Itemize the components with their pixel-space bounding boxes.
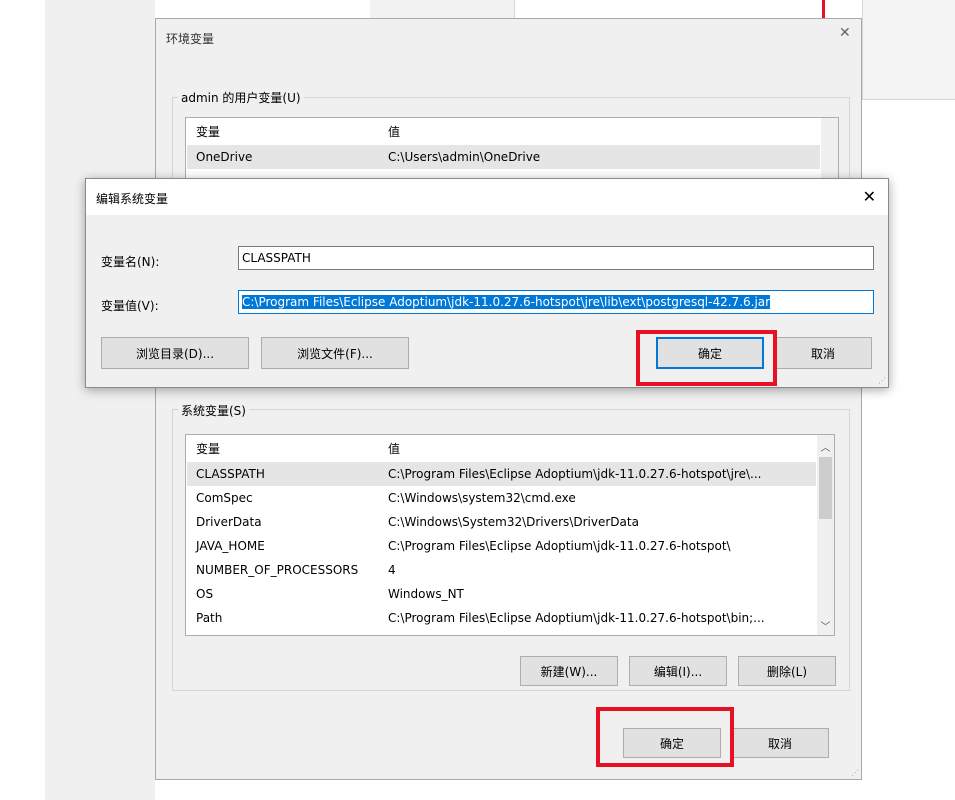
table-row[interactable]: DriverData C:\Windows\System32\Drivers\D… <box>187 510 816 534</box>
var-value: C:\Windows\system32\cmd.exe <box>388 491 576 505</box>
table-row[interactable]: CLASSPATH C:\Program Files\Eclipse Adopt… <box>187 462 816 486</box>
variable-name-label: 变量名(N): <box>101 255 160 269</box>
env-cancel-button[interactable]: 取消 <box>731 728 829 758</box>
var-value: C:\Program Files\Eclipse Adoptium\jdk-11… <box>388 539 731 553</box>
dialog-title: 编辑系统变量 <box>96 192 169 206</box>
var-value: C:\Program Files\Eclipse Adoptium\jdk-11… <box>388 467 762 481</box>
var-name: DriverData <box>196 515 262 529</box>
background-window-edge <box>370 0 515 18</box>
dialog-ok-button[interactable]: 确定 <box>656 337 764 369</box>
list-item[interactable]: OneDrive C:\Users\admin\OneDrive <box>187 145 820 169</box>
table-row[interactable]: ComSpec C:\Windows\system32\cmd.exe <box>187 486 816 510</box>
variable-name-input[interactable]: CLASSPATH <box>238 246 874 270</box>
var-name: ComSpec <box>196 491 253 505</box>
browse-file-button[interactable]: 浏览文件(F)... <box>261 337 409 369</box>
scrollbar-thumb[interactable] <box>819 457 832 519</box>
var-value: C:\Users\admin\OneDrive <box>388 150 541 164</box>
background-panel <box>45 0 155 800</box>
var-name: OS <box>196 587 214 601</box>
variable-value-label: 变量值(V): <box>101 299 159 313</box>
edit-system-variable-dialog: 编辑系统变量 ✕ 变量名(N): CLASSPATH 变量值(V): C:\Pr… <box>85 178 889 388</box>
edit-variable-button[interactable]: 编辑(I)... <box>629 656 727 686</box>
column-header-name[interactable]: 变量 <box>196 440 220 457</box>
table-row[interactable]: Path C:\Program Files\Eclipse Adoptium\j… <box>187 606 816 630</box>
resize-grip-icon[interactable]: ⋰ <box>851 768 859 777</box>
env-ok-button[interactable]: 确定 <box>623 728 721 758</box>
window-title: 环境变量 <box>166 32 215 46</box>
user-vars-label: admin 的用户变量(U) <box>178 89 304 106</box>
user-vars-header: 变量 值 <box>186 118 838 142</box>
chevron-down-icon[interactable]: ﹀ <box>817 618 834 633</box>
browse-directory-button[interactable]: 浏览目录(D)... <box>101 337 249 369</box>
column-header-name[interactable]: 变量 <box>196 123 220 140</box>
var-value: Windows_NT <box>388 587 464 601</box>
dialog-cancel-button[interactable]: 取消 <box>774 337 872 369</box>
var-name: Path <box>196 611 223 625</box>
var-value: 4 <box>388 563 396 577</box>
background-window-right <box>862 0 955 100</box>
chevron-up-icon[interactable]: ︿ <box>817 439 834 454</box>
system-vars-list[interactable]: 变量 值 CLASSPATH C:\Program Files\Eclipse … <box>185 434 835 636</box>
var-value: C:\Program Files\Eclipse Adoptium\jdk-11… <box>388 611 765 625</box>
var-name: NUMBER_OF_PROCESSORS <box>196 563 359 577</box>
var-name: JAVA_HOME <box>196 539 265 553</box>
resize-grip-icon[interactable]: ⋰ <box>878 376 886 385</box>
column-header-value[interactable]: 值 <box>388 123 400 140</box>
variable-value-text: C:\Program Files\Eclipse Adoptium\jdk-11… <box>242 295 771 309</box>
var-name: OneDrive <box>196 150 253 164</box>
variable-value-input[interactable]: C:\Program Files\Eclipse Adoptium\jdk-11… <box>238 290 874 314</box>
system-vars-header: 变量 值 <box>186 435 834 459</box>
dialog-titlebar: 编辑系统变量 ✕ <box>86 179 888 215</box>
delete-variable-button[interactable]: 删除(L) <box>738 656 836 686</box>
table-row[interactable]: JAVA_HOME C:\Program Files\Eclipse Adopt… <box>187 534 816 558</box>
var-name: CLASSPATH <box>196 467 265 481</box>
var-value: C:\Windows\System32\Drivers\DriverData <box>388 515 639 529</box>
close-icon[interactable]: ✕ <box>863 187 876 206</box>
table-row[interactable]: OS Windows_NT <box>187 582 816 606</box>
close-icon[interactable]: ✕ <box>839 25 851 41</box>
variable-name-value: CLASSPATH <box>242 251 311 265</box>
env-variables-window: 环境变量 ✕ admin 的用户变量(U) 变量 值 OneDrive C:\U… <box>155 18 862 780</box>
system-vars-scrollbar[interactable]: ︿ ﹀ <box>817 435 834 635</box>
background-red-mark <box>822 0 825 18</box>
system-vars-label: 系统变量(S) <box>178 402 249 419</box>
column-header-value[interactable]: 值 <box>388 440 400 457</box>
background-left <box>0 0 45 800</box>
new-variable-button[interactable]: 新建(W)... <box>520 656 618 686</box>
table-row[interactable]: NUMBER_OF_PROCESSORS 4 <box>187 558 816 582</box>
